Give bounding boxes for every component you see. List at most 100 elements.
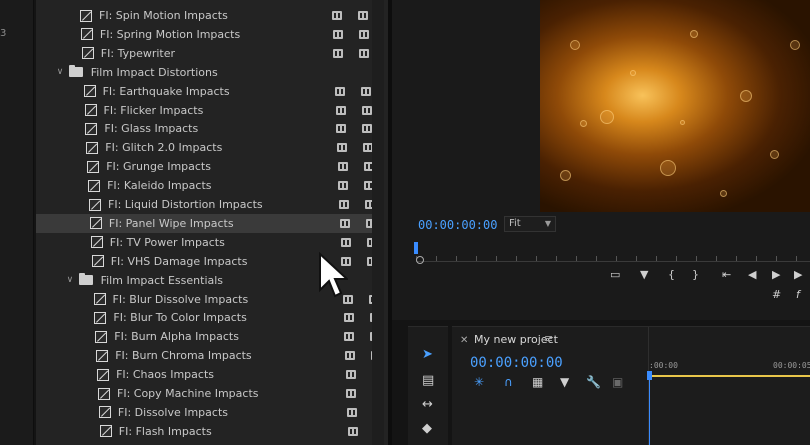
effects-item-label: FI: Dissolve Impacts [117,405,228,419]
ruler-tick [516,256,517,261]
transition-icon [83,85,96,98]
yuv-badge-icon [362,124,373,134]
bubble-decoration [770,150,779,159]
mark-out-icon[interactable]: } [692,268,699,281]
ruler-tick [696,256,697,261]
accelerated-badge-icon [337,162,348,172]
work-area-bar[interactable] [649,375,810,377]
effects-item-label: FI: Burn Alpha Impacts [114,330,239,344]
wrench-icon[interactable]: 🔧 [586,375,601,389]
timeline-track-area[interactable]: :00:00 00:00:05:0 [647,327,810,445]
ruler-tick [716,256,717,261]
effects-list-item[interactable]: FI: VHS Damage Impacts [91,252,332,271]
zoom-fit-select[interactable]: Fit ▼ [504,216,556,232]
effects-list-item[interactable]: FI: Spring Motion Impacts [80,25,321,44]
selection-tool-icon[interactable]: ➤ [422,347,433,362]
safe-margins-icon[interactable]: ▭ [610,268,620,281]
play-icon[interactable]: ▶ [772,268,780,281]
go-to-in-icon[interactable]: ⇤ [722,268,731,281]
step-forward-icon[interactable]: ▶ [794,268,802,281]
transition-icon [85,122,98,135]
accelerated-badge-icon [338,181,349,191]
ruler-tick [596,256,597,261]
step-back-icon[interactable]: ◀ [748,268,756,281]
accelerated-badge-icon [344,332,355,342]
bubble-decoration [660,160,676,176]
chevron-down-icon[interactable]: ∨ [67,275,79,285]
effects-list-item[interactable]: FI: Liquid Distortion Impacts [89,195,329,214]
effects-list-item[interactable]: FI: Blur To Color Impacts [94,308,334,327]
ruler-tick [636,256,637,261]
monitor-ruler[interactable] [416,248,810,262]
effects-folder[interactable]: ∨ Film Impact Essentials [67,271,307,290]
effects-list-item[interactable]: FI: Glass Impacts [85,119,325,138]
effects-item-label: FI: Burn Chroma Impacts [115,349,252,363]
nest-icon[interactable]: ✳ [474,375,484,389]
accelerated-badge-icon [332,11,342,20]
ruler-tick [476,256,477,261]
accelerated-badge-icon [344,351,355,361]
effects-list-item[interactable]: FI: Spin Motion Impacts [80,6,320,25]
grid-icon[interactable]: # [772,288,781,301]
effects-list-item[interactable]: FI: Flash Impacts [99,422,340,441]
accelerated-badge-icon [339,200,350,209]
effects-list-item[interactable]: FI: Dissolve Impacts [98,403,339,422]
effects-list-item[interactable]: FI: Earthquake Impacts [83,82,324,101]
effects-list-item[interactable]: FI: Burn Chroma Impacts [96,346,336,365]
effects-list-item[interactable]: FI: Typewriter [81,44,322,63]
effects-item-label: Film Impact Distortions [90,65,218,79]
bubble-decoration [580,120,587,127]
captions-icon[interactable]: ▣ [612,375,623,389]
effects-scrollbar[interactable] [372,0,384,445]
timeline-ruler-end: 00:00:05:0 [773,361,810,370]
linked-selection-icon[interactable]: ▦ [532,375,543,389]
effects-item-label: FI: Flicker Impacts [103,103,204,117]
transition-icon [84,104,97,116]
ruler-tick [456,256,457,261]
effects-folder[interactable]: ∨ Film Impact Distortions [57,63,297,82]
monitor-timecode[interactable]: 00:00:00:00 [418,218,497,232]
yuv-badge-icon [359,48,370,58]
left-panel-strip: 3 [0,0,34,445]
effects-list-item[interactable]: FI: Panel Wipe Impacts [36,213,376,233]
effects-item-label: FI: Chaos Impacts [116,368,214,382]
track-select-tool-icon[interactable]: ▤ [422,373,434,388]
add-marker-icon[interactable]: ▼ [640,268,648,281]
transition-icon [86,141,99,154]
effects-item-label: FI: Liquid Distortion Impacts [108,198,263,211]
transition-icon [95,330,108,343]
effects-item-label: FI: Glitch 2.0 Impacts [105,141,223,155]
effects-list-item[interactable]: FI: TV Power Impacts [90,233,331,252]
chevron-down-icon[interactable]: ∨ [57,67,69,77]
accelerated-badge-icon [340,237,351,247]
accelerated-badge-icon [336,124,347,134]
transition-icon [88,179,101,192]
effects-list-item[interactable]: FI: Kaleido Impacts [88,176,328,195]
bubble-decoration [790,40,800,50]
effects-list-item[interactable]: FI: Burn Alpha Impacts [95,327,335,346]
effects-list-item[interactable]: FI: Glitch 2.0 Impacts [86,138,326,157]
timeline-timecode[interactable]: 00:00:00:00 [470,355,563,371]
effects-list-item[interactable]: FI: Grunge Impacts [87,157,327,176]
zoom-fit-label: Fit [509,218,521,229]
add-marker-icon[interactable]: ▼ [560,375,569,389]
monitor-playhead-handle[interactable] [416,256,424,264]
effects-list-item[interactable]: FI: Flicker Impacts [84,101,325,120]
razor-tool-icon[interactable]: ◆ [422,421,432,436]
close-icon[interactable]: ✕ [460,335,468,346]
effects-item-label: FI: Kaleido Impacts [107,179,212,193]
effects-list-item[interactable]: FI: Chaos Impacts [97,365,337,384]
accelerated-badge-icon [334,86,345,96]
bubble-decoration [560,170,571,181]
panel-menu-icon[interactable]: ≡ [544,332,553,345]
effects-list-item[interactable]: FI: Blur Dissolve Impacts [93,290,334,309]
fx-icon[interactable]: f [796,288,800,301]
bubble-decoration [600,110,614,124]
effects-list-item[interactable]: FI: Copy Machine Impacts [98,384,338,403]
snap-magnet-icon[interactable]: ∩ [504,375,513,389]
monitor-playhead[interactable] [414,242,418,254]
bubble-decoration [690,30,698,38]
mark-in-icon[interactable]: { [668,268,675,281]
ripple-edit-tool-icon[interactable]: ↔ [422,397,433,412]
ruler-tick [756,256,757,261]
